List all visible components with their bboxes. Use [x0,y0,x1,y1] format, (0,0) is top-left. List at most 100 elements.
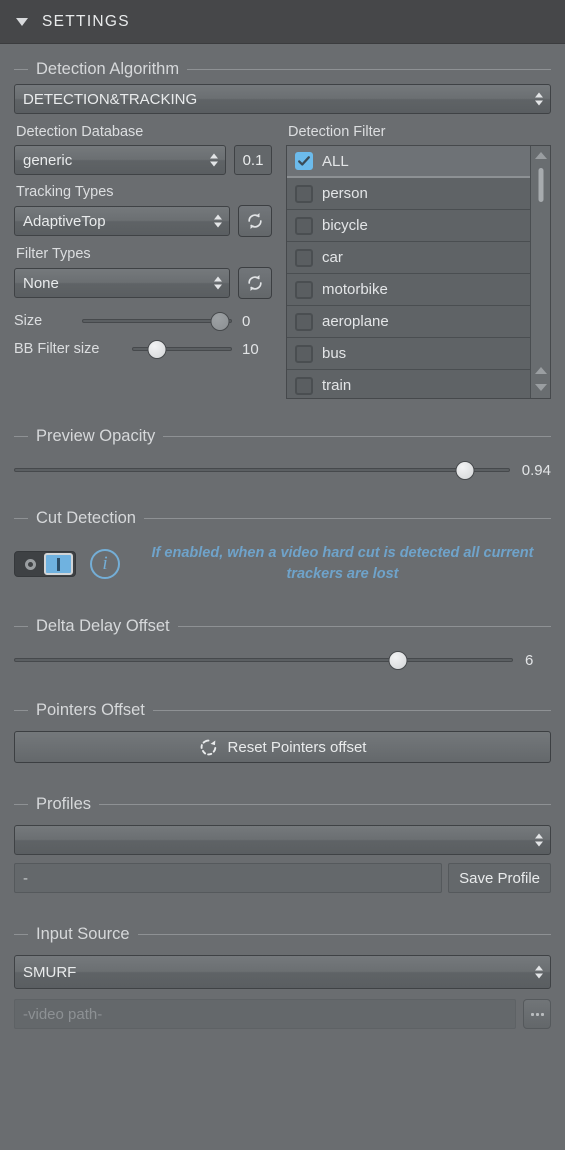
refresh-icon [248,213,262,229]
tracking-types-select[interactable]: AdaptiveTop [14,206,230,236]
group-dash [14,933,28,935]
group-header: Cut Detection [14,507,551,529]
chevron-updown-icon [214,214,222,228]
profiles-select[interactable] [14,825,551,856]
list-item[interactable]: motorbike [287,274,530,306]
checkbox-icon[interactable] [295,280,313,299]
slider-knob[interactable] [147,339,167,359]
detection-database-row: generic 0.1 [14,145,272,175]
triangle-down-icon[interactable] [16,17,28,26]
video-path-input[interactable]: -video path- [14,999,516,1030]
page-title: SETTINGS [42,12,130,30]
checkbox-icon[interactable] [295,248,313,267]
settings-titlebar[interactable]: SETTINGS [0,0,565,44]
ellipsis-icon [535,1012,539,1016]
detection-database-value: generic [23,151,73,169]
toggle-on-knob [43,553,73,576]
group-preview-opacity: Preview Opacity 0.94 [14,425,551,481]
detection-filter-list[interactable]: ALL person bicycle car motorbike aeroplane bus… [286,145,551,399]
bb-filter-slider-row: BB Filter size 10 [14,338,272,360]
settings-panel: Detection Algorithm DETECTION&TRACKING D… [0,58,565,1030]
detection-mode-select[interactable]: DETECTION&TRACKING [14,84,551,114]
delta-delay-slider[interactable] [14,649,513,671]
slider-knob[interactable] [455,460,475,480]
group-pointers-offset: Pointers Offset Reset Pointers offset [14,699,551,764]
detection-database-select[interactable]: generic [14,145,226,175]
list-item-label: bus [322,345,347,362]
profile-name-value: - [23,869,28,887]
group-header: Detection Algorithm [14,58,551,80]
info-icon[interactable]: i [90,549,120,580]
preview-opacity-slider[interactable] [14,459,510,481]
list-item[interactable]: bicycle [287,210,530,242]
group-rule [143,517,551,519]
list-item[interactable]: aeroplane [287,306,530,338]
list-item-label: aeroplane [322,313,389,330]
slider-track [82,319,232,323]
slider-track [14,468,510,472]
list-item[interactable]: person [287,178,530,210]
chevron-updown-icon [535,833,543,847]
detection-left-column: Detection Database generic 0.1 Tracking … [14,124,272,399]
detection-threshold-field[interactable]: 0.1 [234,145,272,175]
reset-pointers-offset-button[interactable]: Reset Pointers offset [14,731,551,764]
list-item-label: car [322,249,343,266]
group-dash [14,68,28,70]
tracking-refresh-button[interactable] [238,205,272,237]
checkbox-icon[interactable] [295,376,313,395]
list-item-label: train [322,377,352,394]
scroll-down-arrow-icon[interactable] [534,384,547,391]
save-profile-button[interactable]: Save Profile [448,863,551,894]
list-item[interactable]: ALL [287,146,530,178]
slider-knob[interactable] [388,650,408,670]
group-header: Pointers Offset [14,699,551,721]
group-cut-detection: Cut Detection i If enabled, when a video… [14,507,551,585]
filter-types-row: None [14,267,272,299]
cut-detection-toggle[interactable] [14,551,76,578]
profile-name-input[interactable]: - [14,863,443,894]
group-title-delta-delay-offset: Delta Delay Offset [36,616,170,635]
label-detection-database: Detection Database [16,124,144,140]
checkbox-icon[interactable] [295,184,313,203]
video-path-placeholder: -video path- [23,1005,103,1023]
video-path-row: -video path- [14,999,551,1030]
label-tracking-types: Tracking Types [16,184,114,200]
group-header: Input Source [14,923,551,945]
size-slider[interactable] [82,310,232,332]
list-item-label: ALL [322,152,349,170]
profiles-save-row: - Save Profile [14,863,551,894]
group-rule [152,709,551,711]
filter-types-select[interactable]: None [14,268,230,298]
checkbox-icon[interactable] [295,344,313,363]
delta-delay-value: 6 [525,651,534,669]
checkbox-icon[interactable] [295,312,313,331]
chevron-updown-icon [214,276,222,290]
group-rule [99,803,551,805]
scrollbar-thumb[interactable] [538,168,543,202]
refresh-icon [248,275,262,291]
detection-columns: Detection Database generic 0.1 Tracking … [14,124,551,399]
list-item[interactable]: bus [287,338,530,370]
filter-refresh-button[interactable] [238,267,272,299]
scroll-up-arrow-icon[interactable] [534,152,547,159]
bb-filter-slider[interactable] [132,338,232,360]
chevron-updown-icon [535,92,543,106]
bb-filter-value: 10 [242,340,259,358]
group-header: Preview Opacity [14,425,551,447]
checkbox-checked-icon[interactable] [295,152,313,170]
group-rule [163,435,551,437]
filter-types-value: None [23,274,59,292]
size-value: 0 [242,312,251,330]
reset-pointers-offset-label: Reset Pointers offset [227,738,367,756]
scroll-up-arrow-icon[interactable] [534,367,547,374]
detection-filter-scrollbar[interactable] [530,146,550,398]
input-source-select[interactable]: SMURF [14,955,551,990]
list-item[interactable]: car [287,242,530,274]
group-dash [14,625,28,627]
list-item[interactable]: train [287,370,530,398]
checkbox-icon[interactable] [295,216,313,235]
slider-knob[interactable] [210,311,230,331]
detection-threshold-value: 0.1 [242,151,264,169]
browse-video-path-button[interactable] [523,999,551,1030]
group-title-input-source: Input Source [36,924,130,943]
